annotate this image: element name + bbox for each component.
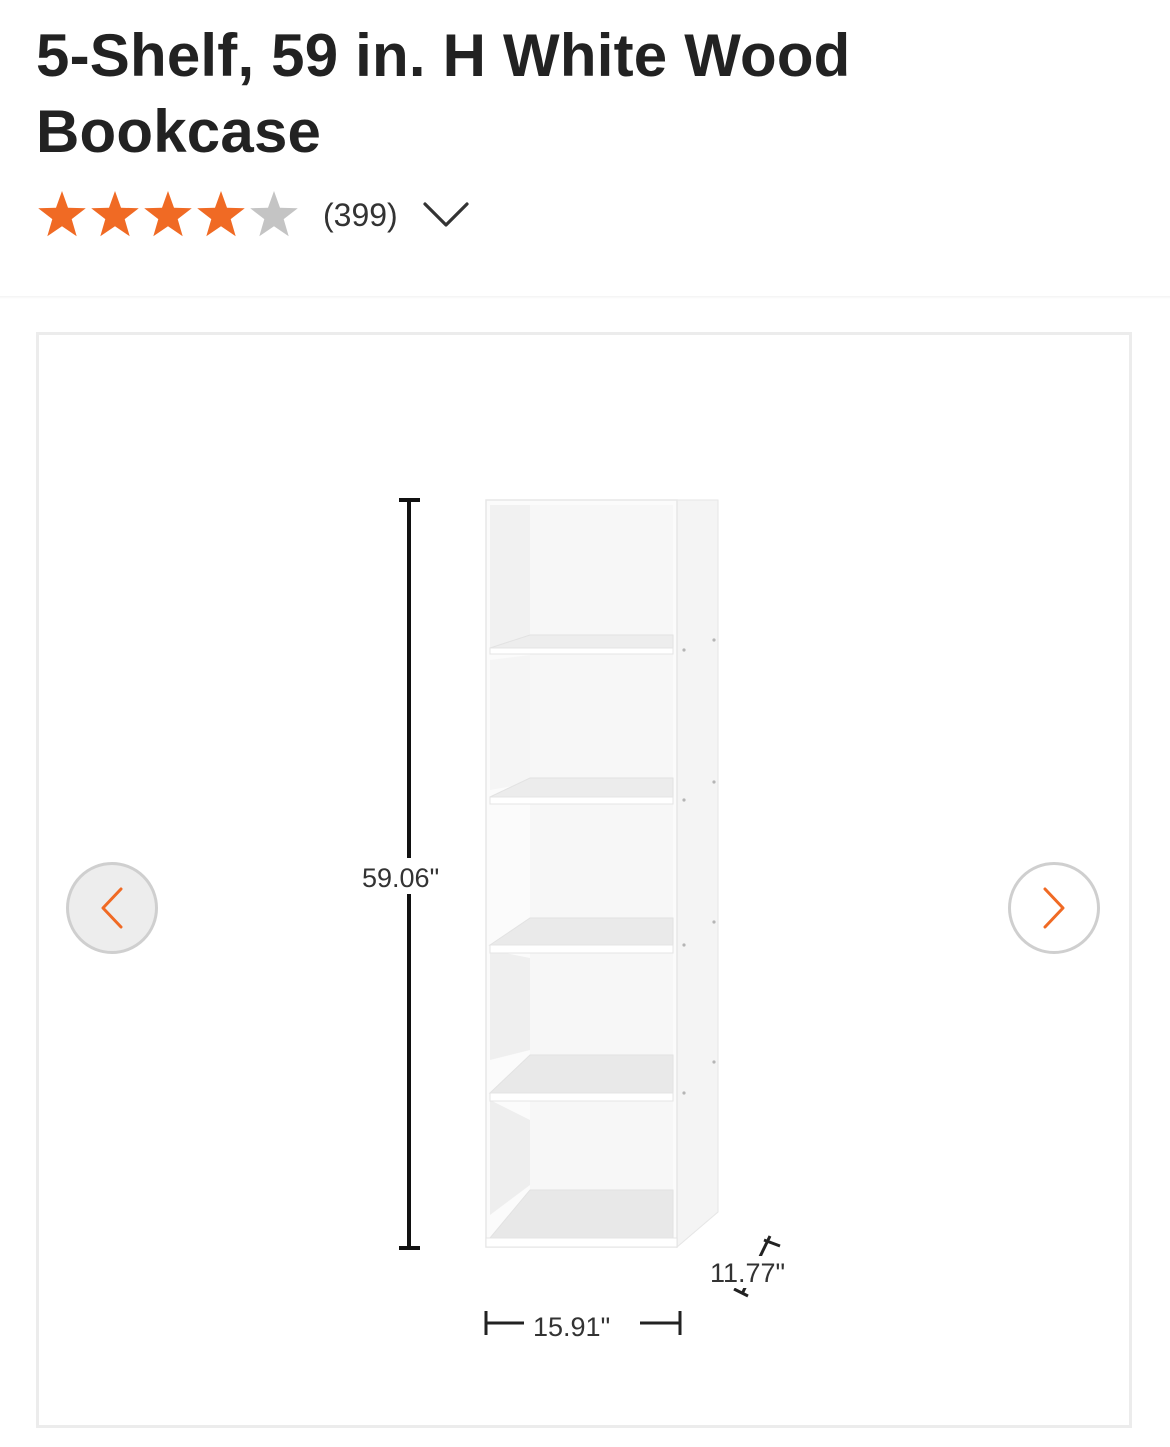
review-count[interactable]: (399) [323,197,398,234]
depth-dimension-label: 11.77" [710,1258,785,1288]
chevron-down-icon [423,202,469,227]
product-image-gallery[interactable]: 59.06" 11.77" 15.91" [36,332,1132,1428]
chevron-right-icon [1043,887,1065,929]
star-filled-icon [91,191,139,237]
product-image: 59.06" 11.77" 15.91" [358,498,800,1342]
star-rating [36,189,301,241]
expand-ratings-button[interactable] [420,195,472,235]
rating-summary[interactable]: (399) [36,188,472,242]
star-filled-icon [38,191,86,237]
height-dimension-label: 59.06" [362,863,439,893]
star-empty-icon [250,191,298,237]
star-filled-icon [197,191,245,237]
previous-image-button[interactable] [66,862,158,954]
next-image-button[interactable] [1008,862,1100,954]
section-divider [0,296,1170,299]
product-title: 5-Shelf, 59 in. H White Wood Bookcase [36,22,851,165]
chevron-left-icon [101,887,123,929]
width-dimension-label: 15.91" [533,1312,610,1342]
star-filled-icon [144,191,192,237]
bookcase-illustration [485,499,719,1249]
